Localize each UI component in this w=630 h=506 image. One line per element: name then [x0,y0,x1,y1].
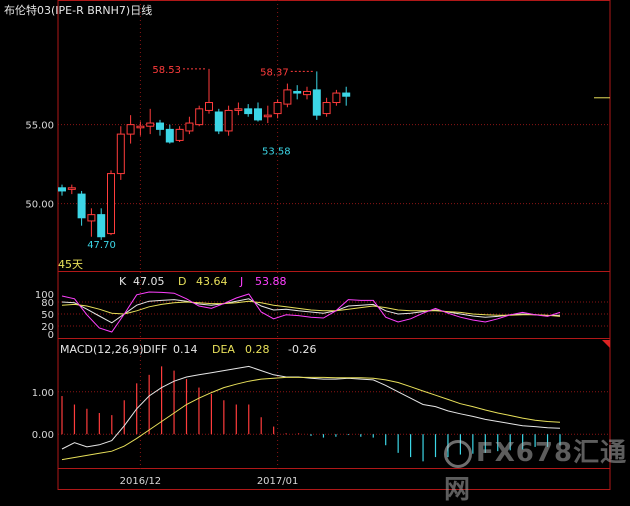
period-label: 45天 [58,258,83,271]
chart-canvas: 50.0055.0058.53 58.3753.5847.700205080100… [25,0,611,490]
candle-body [224,109,233,132]
candle-body [254,108,262,121]
price-tick-label: 55.00 [25,121,54,132]
kdj-k-value: 47.05 [133,275,165,288]
candle-body [234,108,243,111]
kdj-d-value: 43.64 [196,275,228,288]
x-tick-label: 2016/12 [120,476,162,487]
watermark-logo-icon [444,439,472,468]
kdj-title: KDJ(9,3,3) [60,275,116,288]
candle-body [87,214,96,222]
kdj-d-name: D [178,275,187,288]
kdj-j-value: 53.88 [255,275,287,288]
candle-body [293,90,302,94]
candle-body [67,187,76,190]
macd-hist-value: -0.26 [288,343,317,356]
low-annotation: 47.70 [87,240,116,251]
candle-body [195,108,204,126]
candle-body [312,89,321,116]
macd-tick-label: 1.00 [32,388,54,399]
candle-body [77,193,86,219]
candle-body [97,214,106,238]
macd-tick-label: 0.00 [32,430,54,441]
candle-body [146,122,155,127]
candle-body [214,111,223,132]
candle-body [126,124,135,135]
kdj-tick-label: 100 [35,290,54,301]
candle-body [175,128,184,141]
candle-body [342,92,351,97]
macd-diff-name: DIFF [143,343,168,356]
candle-body [165,128,174,143]
candle-body [322,102,331,115]
candle-body [107,173,115,235]
macd-dea-name: DEA [212,343,235,356]
high-annotation: 58.53 [152,65,181,76]
candle-body [263,114,272,118]
candle-body [332,92,341,104]
candle-body [185,122,194,132]
x-tick-label: 2017/01 [257,476,299,487]
candle-body [283,89,292,105]
candle-body [156,122,164,130]
kdj-tick-label: 20 [41,322,54,333]
watermark-text: FX678汇通网 [444,438,628,505]
kdj-k-name: K [119,275,127,288]
candle-body [303,90,311,96]
price-tick-label: 50.00 [25,200,54,211]
low-annotation: 53.58 [262,147,291,158]
kdj-j-name: J [240,275,244,288]
candle-body [58,187,66,192]
corner-marker-icon [602,340,610,348]
macd-dea-value: 0.28 [245,343,270,356]
candle-body [273,102,282,115]
high-annotation: 58.37 [260,67,289,78]
candle-body [116,133,125,175]
macd-diff-value: 0.14 [173,343,198,356]
candle-body [205,102,213,111]
chart-title: 布伦特03(IPE-R BRNH7)日线 [4,4,153,17]
kdj-tick-label: 50 [41,310,54,321]
watermark: FX678汇通网 [444,432,630,506]
candle-body [244,108,253,115]
macd-title: MACD(12,26,9) [60,343,144,356]
candle-body [136,125,145,129]
